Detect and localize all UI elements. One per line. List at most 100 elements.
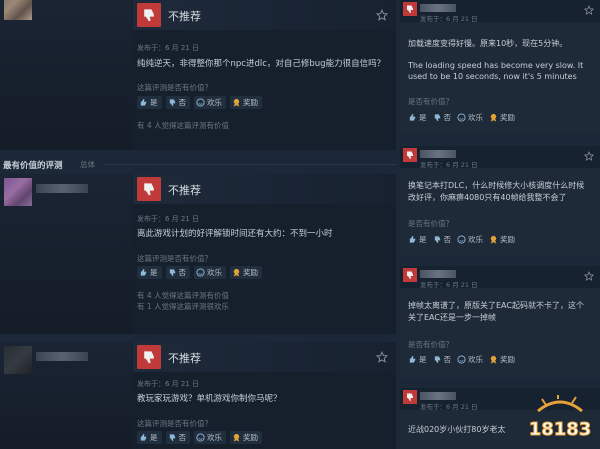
review-header: 不推荐 (133, 174, 396, 204)
review-date: 发布于：6 月 21 日 (137, 215, 200, 223)
review-text: 教玩家玩游戏？单机游戏你制你马呢？ (137, 394, 282, 404)
vote-buttons: 是 否 欢乐 奖励 (137, 266, 262, 279)
review-date: 发布于：6 月 21 日 (420, 161, 478, 169)
review-card: 不推荐 发布于：6 月 21 日 教玩家玩游戏？单机游戏你制你马呢？ 这篇评测是… (0, 342, 396, 449)
award-button[interactable]: 奖励 (230, 266, 262, 279)
helpful-question: 这篇评测是否有价值？ (137, 419, 212, 428)
vote-no-button[interactable]: 否 (165, 96, 190, 109)
thumbs-down-icon (434, 236, 440, 244)
vote-no-button[interactable]: 否 (433, 354, 451, 365)
section-title: 最有价值的评测 (3, 161, 63, 171)
vote-yes-button[interactable]: 是 (137, 431, 162, 444)
side-review-header: 发布于：6 月 21 日 (400, 266, 600, 289)
vote-funny-button[interactable]: 欢乐 (194, 96, 226, 109)
author-name[interactable] (420, 150, 456, 158)
vote-no-button[interactable]: 否 (165, 266, 190, 279)
vote-funny-button[interactable]: 欢乐 (457, 354, 483, 365)
author-name[interactable] (420, 392, 456, 400)
avatar[interactable] (4, 0, 32, 20)
review-text-line: 改好评，你麻痹4080只有40帧给我整不会了 (408, 193, 567, 202)
vote-yes-button[interactable]: 是 (137, 96, 162, 109)
author-block[interactable] (0, 0, 132, 150)
thumbs-down-icon (434, 356, 440, 364)
helpful-question: 是否有价值？ (408, 340, 453, 349)
section-subtitle: 总体 (80, 160, 95, 169)
review-body: 不推荐 发布于：6 月 21 日 纯纯逆天，非得整你那个npc进dlc，对自己修… (133, 0, 396, 150)
section-heading: 最有价值的评测 总体 (0, 157, 396, 171)
vote-buttons: 是 否 欢乐 奖励 (137, 431, 262, 444)
review-date: 发布于：6 月 21 日 (137, 44, 200, 52)
avatar[interactable] (4, 346, 32, 374)
stat-funny: 有 1 人觉得这篇评测很欢乐 (137, 302, 230, 311)
review-body: 不推荐 发布于：6 月 21 日 离此游戏计划的好评解锁时间还有大约：不到一小时… (133, 174, 396, 334)
vote-yes-button[interactable]: 是 (408, 234, 427, 245)
avatar[interactable] (4, 178, 32, 206)
thumbs-up-icon (140, 268, 147, 276)
vote-yes-button[interactable]: 是 (408, 112, 427, 123)
vote-yes-button[interactable]: 是 (408, 354, 427, 365)
award-icon (490, 355, 497, 364)
review-date: 发布于：6 月 21 日 (420, 281, 478, 289)
review-body: 不推荐 发布于：6 月 21 日 教玩家玩游戏？单机游戏你制你马呢？ 这篇评测是… (133, 342, 396, 449)
thumbs-up-icon (409, 355, 416, 363)
vote-buttons: 是 否 欢乐 奖励 (408, 354, 515, 365)
smiley-icon (457, 113, 466, 122)
star-icon[interactable] (584, 271, 594, 281)
side-review-card: 发布于：6 月 21 日 加载速度变得好慢。原来10秒，现在5分钟。 The l… (400, 0, 600, 134)
vote-yes-button[interactable]: 是 (137, 266, 162, 279)
vote-no-button[interactable]: 否 (165, 431, 190, 444)
review-verdict: 不推荐 (168, 10, 201, 23)
review-verdict: 不推荐 (168, 184, 201, 197)
review-date: 发布于：6 月 21 日 (420, 15, 478, 23)
thumbs-down-icon (137, 3, 161, 27)
award-button[interactable]: 奖励 (230, 431, 262, 444)
thumbs-up-icon (409, 235, 416, 243)
award-button[interactable]: 奖励 (489, 234, 515, 245)
smiley-icon (457, 355, 466, 364)
star-icon[interactable] (584, 5, 594, 15)
thumbs-down-icon (403, 2, 417, 16)
thumbs-down-icon (169, 434, 175, 442)
watermark-text: 18183 (529, 419, 592, 440)
vote-funny-button[interactable]: 欢乐 (194, 266, 226, 279)
thumbs-down-icon (403, 148, 417, 162)
helpful-question: 是否有价值？ (408, 219, 453, 228)
award-button[interactable]: 奖励 (489, 354, 515, 365)
vote-no-button[interactable]: 否 (433, 112, 451, 123)
review-text-line: 换笔记本打DLC，什么时候修大小核调度什么时候 (408, 181, 585, 190)
helpful-question: 是否有价值？ (408, 97, 453, 106)
vote-funny-button[interactable]: 欢乐 (457, 234, 483, 245)
review-text-line: 关了EAC还是一步一掉帧 (408, 313, 496, 322)
thumbs-down-icon (137, 177, 161, 201)
review-text: 纯纯逆天，非得整你那个npc进dlc，对自己修bug能力很自信吗？ (137, 59, 386, 69)
star-icon[interactable] (376, 351, 388, 363)
award-button[interactable]: 奖励 (489, 112, 515, 123)
review-text: 离此游戏计划的好评解锁时间还有大约：不到一小时 (137, 229, 333, 239)
author-name[interactable] (36, 184, 88, 193)
award-button[interactable]: 奖励 (230, 96, 262, 109)
award-icon (490, 235, 497, 244)
vote-funny-button[interactable]: 欢乐 (194, 431, 226, 444)
award-icon (233, 98, 240, 107)
star-icon[interactable] (584, 151, 594, 161)
review-text-line: 加载速度变得好慢。原来10秒，现在5分钟。 (408, 39, 568, 48)
author-name[interactable] (36, 352, 88, 361)
thumbs-up-icon (140, 433, 147, 441)
stat-helpful: 有 4 人觉得这篇评测有价值 (137, 121, 230, 130)
author-block[interactable] (0, 342, 132, 449)
smiley-icon (196, 98, 205, 107)
vote-buttons: 是 否 欢乐 奖励 (137, 96, 262, 109)
smiley-icon (196, 433, 205, 442)
award-icon (233, 268, 240, 277)
author-name[interactable] (420, 4, 456, 12)
thumbs-up-icon (140, 98, 147, 106)
author-name[interactable] (420, 270, 456, 278)
vote-no-button[interactable]: 否 (433, 234, 451, 245)
helpful-question: 这篇评测是否有价值？ (137, 254, 212, 263)
author-block[interactable] (0, 174, 132, 334)
review-header: 不推荐 (133, 0, 396, 30)
star-icon[interactable] (376, 9, 388, 21)
vote-funny-button[interactable]: 欢乐 (457, 112, 483, 123)
review-card: 不推荐 发布于：6 月 21 日 纯纯逆天，非得整你那个npc进dlc，对自己修… (0, 0, 396, 150)
vote-buttons: 是 否 欢乐 奖励 (408, 234, 515, 245)
